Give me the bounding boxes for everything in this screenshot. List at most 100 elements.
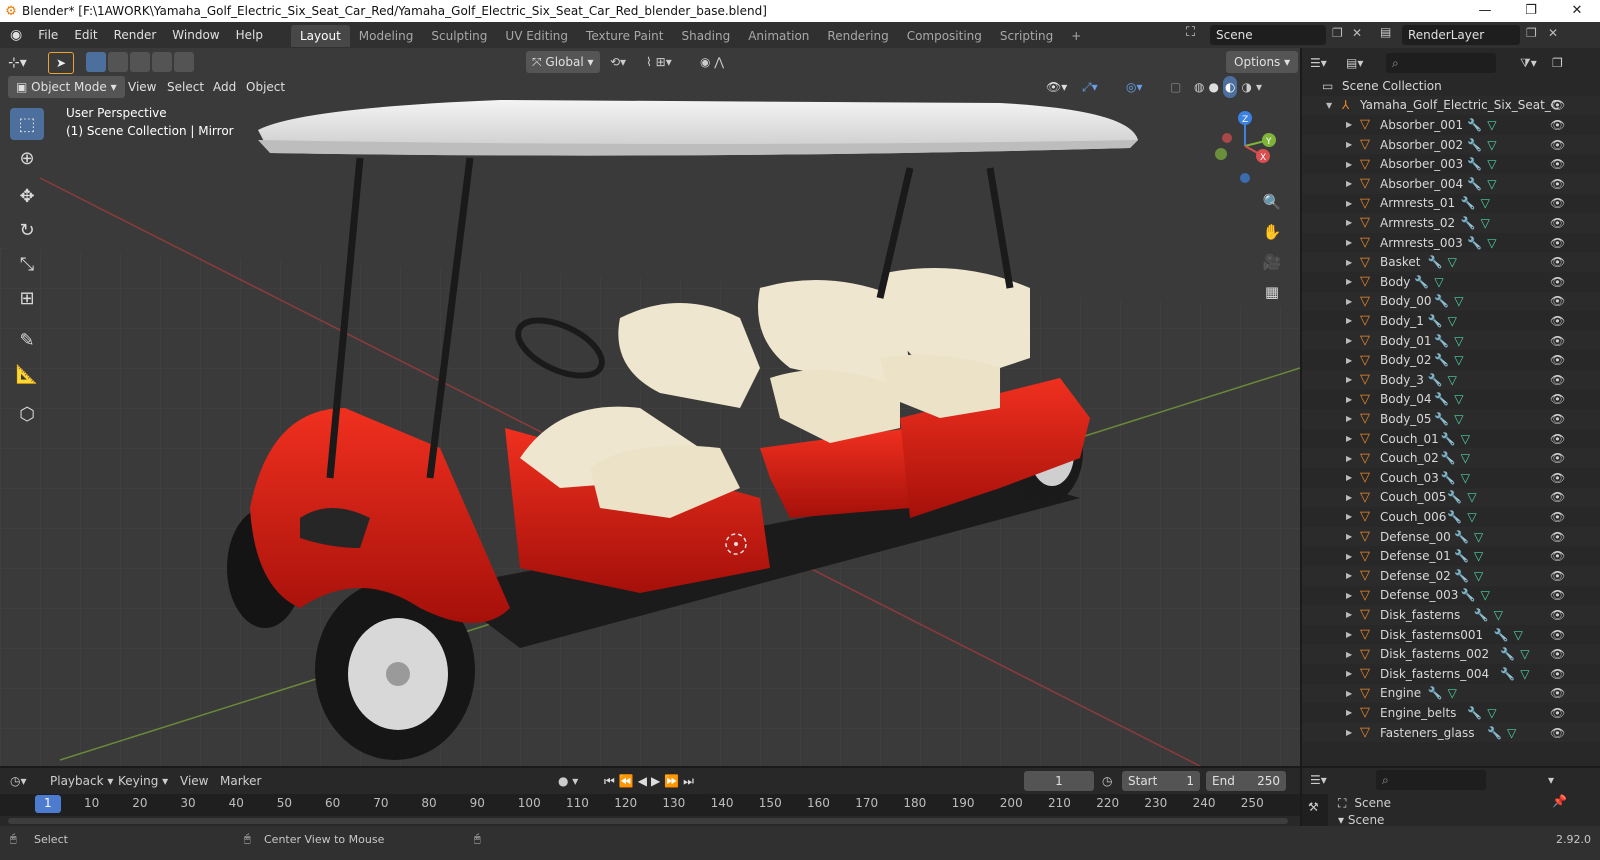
editor-type-icon[interactable]: ⊹▾ — [8, 52, 38, 74]
mesh-data-icon[interactable]: ▽ — [1487, 118, 1496, 132]
outliner-item[interactable]: ▶ ▽ Disk_fasterns 🔧 ▽ 👁 — [1302, 605, 1600, 625]
outliner-item[interactable]: ▶ ▽ Body_04 🔧 ▽ 👁 — [1302, 390, 1600, 410]
modifier-wrench-icon[interactable]: 🔧 — [1467, 157, 1482, 171]
tab-rendering[interactable]: Rendering — [818, 25, 897, 47]
outliner-item[interactable]: ▶ ▽ Disk_fasterns_004 🔧 ▽ 👁 — [1302, 664, 1600, 684]
visibility-eye-icon[interactable]: 👁 — [1550, 490, 1565, 504]
modifier-wrench-icon[interactable]: 🔧 — [1428, 686, 1443, 700]
tool-annotate-icon[interactable]: ✎ — [10, 324, 44, 356]
tab-scripting[interactable]: Scripting — [991, 25, 1062, 47]
timeline-scrollbar[interactable] — [8, 818, 1288, 824]
expand-arrow-icon[interactable]: ▶ — [1346, 630, 1352, 639]
start-frame-field[interactable]: Start 1 — [1122, 771, 1200, 791]
modifier-wrench-icon[interactable]: 🔧 — [1467, 118, 1482, 132]
mesh-data-icon[interactable]: ▽ — [1487, 138, 1496, 152]
outliner-scene-collection[interactable]: ▭ Scene Collection — [1302, 76, 1600, 96]
visibility-eye-icon[interactable]: 👁 — [1550, 98, 1565, 112]
visibility-eye-icon[interactable]: 👁 — [1550, 157, 1565, 171]
expand-arrow-icon[interactable]: ▶ — [1346, 375, 1352, 384]
expand-arrow-icon[interactable]: ▶ — [1346, 140, 1352, 149]
modifier-wrench-icon[interactable]: 🔧 — [1454, 549, 1469, 563]
outliner-item[interactable]: ▶ ▽ Body_1 🔧 ▽ 👁 — [1302, 311, 1600, 331]
proportional-editing-icon[interactable]: ◉ ⋀ — [700, 51, 724, 73]
modifier-wrench-icon[interactable]: 🔧 — [1467, 138, 1482, 152]
expand-arrow-icon[interactable]: ▶ — [1346, 120, 1352, 129]
tab-shading[interactable]: Shading — [672, 25, 739, 47]
scene-browse-icon[interactable]: ⛶ — [1186, 25, 1195, 40]
tab-texture-paint[interactable]: Texture Paint — [577, 25, 672, 47]
visibility-eye-icon[interactable]: 👁 — [1550, 138, 1565, 152]
expand-arrow-icon[interactable]: ▶ — [1346, 297, 1352, 306]
modifier-wrench-icon[interactable]: 🔧 — [1461, 588, 1476, 602]
expand-arrow-icon[interactable]: ▶ — [1346, 493, 1352, 502]
select-subtract-icon[interactable] — [130, 52, 150, 72]
mesh-data-icon[interactable]: ▽ — [1487, 706, 1496, 720]
renderlayer-field[interactable]: RenderLayer — [1402, 25, 1520, 45]
tab-sculpting[interactable]: Sculpting — [422, 25, 496, 47]
modifier-wrench-icon[interactable]: 🔧 — [1454, 530, 1469, 544]
expand-arrow-icon[interactable]: ▶ — [1346, 571, 1352, 580]
visibility-eye-icon[interactable]: 👁 — [1550, 118, 1565, 132]
modifier-wrench-icon[interactable]: 🔧 — [1467, 236, 1482, 250]
tool-cursor-icon[interactable]: ⊕ — [10, 142, 44, 174]
visibility-eye-icon[interactable]: 👁 — [1550, 549, 1565, 563]
visibility-eye-icon[interactable]: 👁 — [1550, 216, 1565, 230]
outliner-item[interactable]: ▶ ▽ Couch_006 🔧 ▽ 👁 — [1302, 507, 1600, 527]
modifier-wrench-icon[interactable]: 🔧 — [1414, 275, 1429, 289]
new-collection-icon[interactable]: ❐ — [1552, 52, 1563, 74]
visibility-eye-icon[interactable]: 👁 — [1550, 686, 1565, 700]
outliner-item[interactable]: ▶ ▽ Body_05 🔧 ▽ 👁 — [1302, 409, 1600, 429]
visibility-eye-icon[interactable]: 👁 — [1550, 314, 1565, 328]
expand-arrow-icon[interactable]: ▶ — [1346, 395, 1352, 404]
visibility-eye-icon[interactable]: 👁 — [1550, 628, 1565, 642]
outliner-item[interactable]: ▶ ▽ Armrests_02 🔧 ▽ 👁 — [1302, 213, 1600, 233]
modifier-wrench-icon[interactable]: 🔧 — [1447, 510, 1462, 524]
expand-arrow-icon[interactable]: ▶ — [1346, 336, 1352, 345]
visibility-icon[interactable]: 👁▾ — [1046, 76, 1067, 98]
timeline-menu-playback[interactable]: Playback ▾ — [50, 771, 113, 791]
pan-hand-icon[interactable]: ✋ — [1258, 218, 1286, 246]
viewport-menu-select[interactable]: Select — [167, 76, 204, 98]
tab-layout[interactable]: Layout — [290, 25, 350, 47]
select-intersect-icon[interactable] — [174, 52, 194, 72]
tool-select-box-icon[interactable]: ⬚ — [10, 108, 44, 140]
expand-arrow-icon[interactable]: ▶ — [1346, 316, 1352, 325]
expand-arrow-icon[interactable]: ▶ — [1346, 591, 1352, 600]
outliner-item[interactable]: ▶ ▽ Couch_02 🔧 ▽ 👁 — [1302, 448, 1600, 468]
timeline-editor-icon[interactable]: ◷▾ — [10, 771, 27, 791]
mesh-data-icon[interactable]: ▽ — [1507, 726, 1516, 740]
visibility-eye-icon[interactable]: 👁 — [1550, 530, 1565, 544]
playback-controls[interactable]: ⏮⏪◀▶⏩⏭ — [604, 771, 698, 791]
visibility-eye-icon[interactable]: 👁 — [1550, 177, 1565, 191]
menu-render[interactable]: Render — [106, 22, 165, 48]
modifier-wrench-icon[interactable]: 🔧 — [1500, 667, 1515, 681]
mesh-data-icon[interactable]: ▽ — [1520, 667, 1529, 681]
expand-arrow-icon[interactable]: ▶ — [1346, 258, 1352, 267]
outliner-item[interactable]: ▶ ▽ Engine_belts 🔧 ▽ 👁 — [1302, 703, 1600, 723]
mesh-data-icon[interactable]: ▽ — [1481, 196, 1490, 210]
close-button[interactable]: ✕ — [1554, 0, 1600, 22]
outliner-item[interactable]: ▶ ▽ Couch_03 🔧 ▽ 👁 — [1302, 468, 1600, 488]
expand-arrow-icon[interactable]: ▶ — [1346, 160, 1352, 169]
renderlayer-browse-icon[interactable]: ▤ — [1380, 25, 1391, 39]
outliner-item[interactable]: ▶ ▽ Body_3 🔧 ▽ 👁 — [1302, 370, 1600, 390]
outliner-item[interactable]: ▶ ▽ Defense_00 🔧 ▽ 👁 — [1302, 526, 1600, 547]
outliner-item[interactable]: ▶ ▽ Armrests_01 🔧 ▽ 👁 — [1302, 194, 1600, 214]
expand-arrow-icon[interactable]: ▶ — [1346, 728, 1352, 737]
mesh-data-icon[interactable]: ▽ — [1520, 647, 1529, 661]
viewport-menu-object[interactable]: Object — [246, 76, 285, 98]
visibility-eye-icon[interactable]: 👁 — [1550, 726, 1565, 740]
outliner-item[interactable]: ▶ ▽ Fasteners_glass 🔧 ▽ 👁 — [1302, 722, 1600, 743]
expand-arrow-icon[interactable]: ▶ — [1346, 532, 1352, 541]
outliner-item[interactable]: ▶ ▽ Body 🔧 ▽ 👁 — [1302, 272, 1600, 292]
mesh-data-icon[interactable]: ▽ — [1467, 510, 1476, 524]
timeline-menu-marker[interactable]: Marker — [220, 771, 261, 791]
outliner-item[interactable]: ▶ ▽ Defense_02 🔧 ▽ 👁 — [1302, 566, 1600, 586]
modifier-wrench-icon[interactable]: 🔧 — [1461, 216, 1476, 230]
delete-layer-icon[interactable]: ✕ — [1548, 26, 1558, 40]
mesh-data-icon[interactable]: ▽ — [1481, 216, 1490, 230]
select-new-icon[interactable] — [86, 52, 106, 72]
mesh-data-icon[interactable]: ▽ — [1454, 294, 1463, 308]
modifier-wrench-icon[interactable]: 🔧 — [1474, 608, 1489, 622]
outliner-collection-row[interactable]: ▼ ⅄ Yamaha_Golf_Electric_Six_Seat_C 👁 — [1302, 95, 1600, 116]
